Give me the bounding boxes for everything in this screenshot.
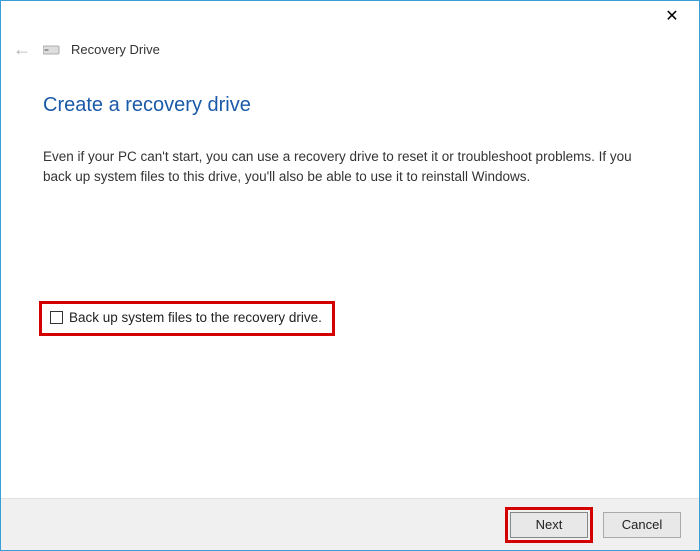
backup-checkbox-row[interactable]: Back up system files to the recovery dri… [39, 301, 335, 336]
header: ← Recovery Drive [1, 31, 699, 60]
next-button[interactable]: Next [510, 512, 588, 538]
description-text: Even if your PC can't start, you can use… [43, 147, 633, 186]
cancel-button[interactable]: Cancel [603, 512, 681, 538]
footer: Next Cancel [1, 498, 699, 550]
next-button-highlight: Next [505, 507, 593, 543]
drive-icon [43, 44, 61, 56]
backup-checkbox[interactable] [50, 311, 63, 324]
back-arrow-icon[interactable]: ← [11, 39, 33, 60]
window-title: Recovery Drive [71, 42, 160, 57]
close-icon[interactable]: ✕ [657, 1, 687, 31]
page-heading: Create a recovery drive [43, 94, 657, 117]
backup-checkbox-label: Back up system files to the recovery dri… [69, 310, 322, 325]
